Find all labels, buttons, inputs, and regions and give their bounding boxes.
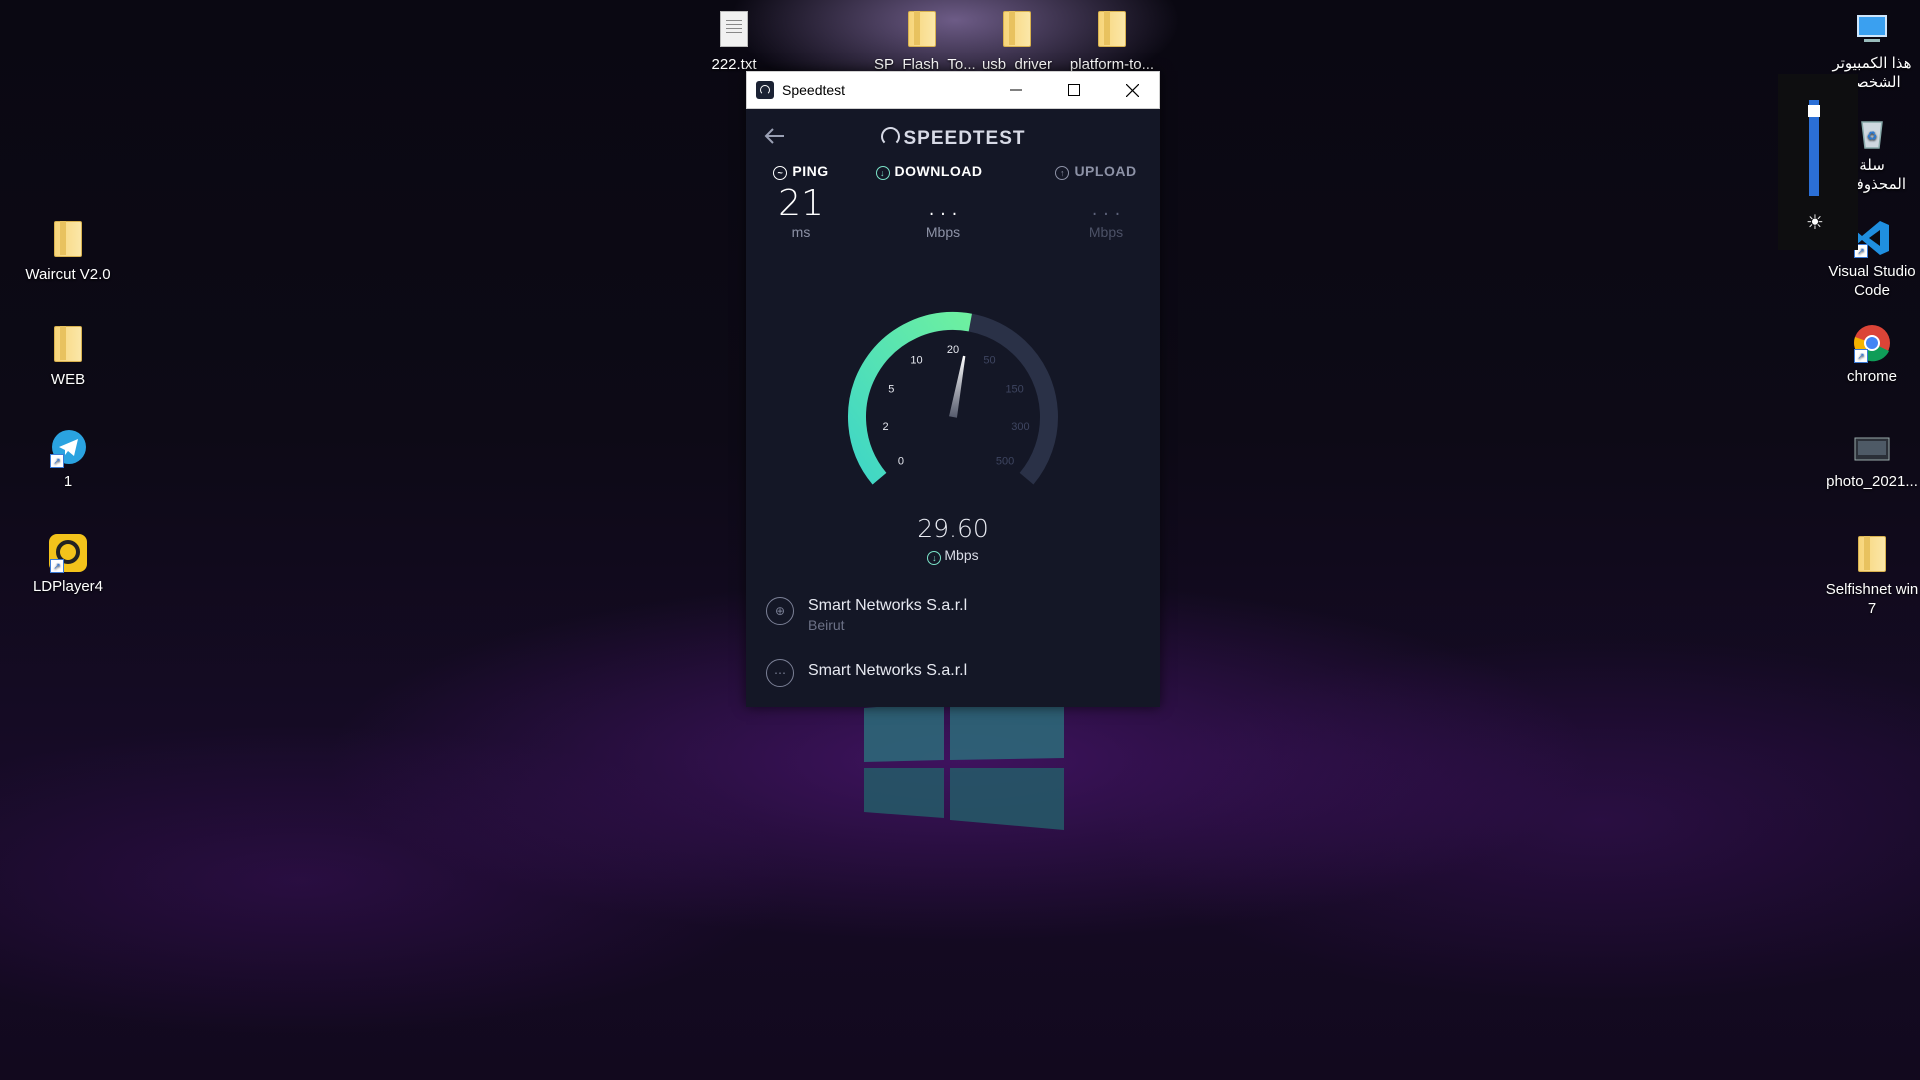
upload-value: ... — [1088, 183, 1124, 224]
minimize-button[interactable] — [987, 72, 1045, 108]
gauge-tick-label: 50 — [983, 355, 995, 367]
recycle-bin-icon: ♻ — [1852, 112, 1892, 152]
text-file-icon — [714, 11, 754, 51]
gauge-unit-row: ↓ Mbps — [746, 547, 1160, 565]
desktop-icon-photo[interactable]: photo_2021... — [1824, 428, 1920, 491]
maximize-button[interactable] — [1045, 72, 1103, 108]
upload-label-text: UPLOAD — [1074, 163, 1137, 179]
server-host-location: Beirut — [808, 617, 845, 633]
server-host[interactable]: ⊕ Smart Networks S.a.r.l Beirut — [766, 597, 967, 633]
server-host-name: Smart Networks S.a.r.l — [808, 597, 968, 614]
ping-icon: ~ — [773, 166, 788, 180]
ping-metric: ~ PING 21 ms — [766, 163, 836, 240]
windows-logo-wallpaper — [864, 700, 1064, 830]
speedtest-app-icon — [756, 81, 774, 99]
speedtest-header: SPEEDTEST — [746, 109, 1160, 169]
desktop-icon-telegram[interactable]: ↗ 1 — [20, 428, 116, 491]
gauge-needle — [949, 355, 966, 418]
svg-text:♻: ♻ — [1867, 129, 1878, 143]
desktop-icon-usb-driver[interactable]: usb_driver — [969, 8, 1065, 74]
speed-gauge: 0 2 5 10 20 50 150 300 500 29.60 — [848, 312, 1058, 543]
speedtest-logo-icon — [880, 127, 900, 146]
ping-unit: ms — [791, 224, 811, 240]
gauge-tick-label: 20 — [947, 344, 959, 356]
desktop-icon-label: Waircut V2.0 — [25, 266, 111, 283]
brightness-flyout: ☀ — [1778, 74, 1858, 250]
download-label-text: DOWNLOAD — [894, 163, 983, 179]
server-isp-name: Smart Networks S.a.r.l — [808, 662, 968, 679]
folder-icon — [997, 11, 1037, 51]
download-indicator-icon: ↓ — [927, 551, 942, 565]
brand-text: SPEEDTEST — [903, 128, 1026, 149]
folder-icon — [902, 11, 942, 51]
minimize-icon — [1010, 89, 1022, 91]
download-unit: Mbps — [925, 224, 961, 240]
download-metric: ↓ DOWNLOAD ... Mbps — [864, 163, 994, 240]
shortcut-arrow-icon: ↗ — [50, 454, 64, 468]
maximize-icon — [1068, 84, 1080, 96]
desktop-icon-label: WEB — [50, 371, 86, 388]
folder-icon — [1092, 11, 1132, 51]
globe-icon: ⊕ — [766, 597, 794, 625]
shortcut-arrow-icon: ↗ — [1854, 349, 1868, 363]
vscode-icon: ↗ — [1852, 218, 1892, 258]
gauge-tick-label: 0 — [898, 456, 904, 468]
desktop-icon-222-txt[interactable]: 222.txt — [686, 8, 782, 74]
ping-label: ~ PING — [766, 163, 836, 180]
folder-icon — [48, 326, 88, 366]
gauge-reading: 29.60 — [917, 514, 989, 543]
brightness-slider-thumb[interactable] — [1808, 104, 1820, 117]
desktop-icon-waircut[interactable]: Waircut V2.0 — [20, 218, 116, 284]
close-button[interactable] — [1103, 72, 1161, 108]
telegram-icon: ↗ — [48, 428, 88, 468]
shortcut-arrow-icon: ↗ — [50, 559, 64, 573]
desktop-icon-platform-tools[interactable]: platform-to... — [1064, 8, 1160, 74]
gauge-unit: Mbps — [944, 547, 979, 563]
folder-icon — [48, 221, 88, 261]
gauge-tick-label: 300 — [1011, 421, 1029, 433]
upload-unit: Mbps — [1088, 224, 1124, 240]
speedtest-logo: SPEEDTEST — [746, 127, 1160, 150]
ldplayer-icon: ↗ — [48, 533, 88, 573]
ping-value: 21 — [778, 183, 824, 224]
desktop-icon-ldplayer[interactable]: ↗ LDPlayer4 — [20, 533, 116, 596]
upload-label: ↑ UPLOAD — [1046, 163, 1146, 180]
desktop-icon-sp-flash[interactable]: SP_Flash_To... — [874, 8, 976, 74]
desktop-icon-chrome[interactable]: ↗ chrome — [1824, 323, 1920, 386]
desktop-icon-selfishnet[interactable]: Selfishnet win 7 — [1824, 533, 1920, 618]
download-label: ↓ DOWNLOAD — [864, 163, 994, 180]
download-icon: ↓ — [875, 166, 890, 180]
ping-label-text: PING — [792, 163, 829, 179]
desktop-icon-label: LDPlayer4 — [32, 578, 104, 595]
download-value: ... — [925, 183, 961, 224]
desktop-icon-web[interactable]: WEB — [20, 323, 116, 389]
image-file-icon — [1852, 428, 1892, 468]
server-isp[interactable]: ⋯ Smart Networks S.a.r.l — [766, 659, 967, 687]
this-pc-icon — [1852, 10, 1892, 50]
desktop-icon-label: photo_2021... — [1826, 473, 1918, 490]
desktop-icon-label: chrome — [1846, 368, 1898, 385]
gauge-tick-label: 2 — [883, 421, 889, 433]
isp-icon: ⋯ — [766, 659, 794, 687]
brightness-icon: ☀ — [1806, 212, 1824, 234]
desktop-icon-label: 1 — [63, 473, 73, 490]
speedtest-window: Speedtest SPEEDTEST ~ PING 21 ms ↓ DOWNLOA… — [746, 71, 1160, 707]
desktop-icon-label: Selfishnet win 7 — [1825, 581, 1919, 617]
upload-metric: ↑ UPLOAD ... Mbps — [1046, 163, 1146, 240]
chrome-icon: ↗ — [1852, 323, 1892, 363]
folder-icon — [1852, 536, 1892, 576]
desktop-icon-label: Visual Studio Code — [1828, 263, 1916, 299]
gauge-tick-label: 5 — [888, 383, 894, 395]
close-icon — [1125, 83, 1139, 97]
gauge-tick-label: 500 — [996, 456, 1014, 468]
window-titlebar[interactable]: Speedtest — [746, 71, 1160, 109]
window-title: Speedtest — [782, 82, 846, 98]
upload-icon: ↑ — [1055, 166, 1070, 180]
gauge-tick-label: 10 — [910, 355, 922, 367]
gauge-tick-label: 150 — [1005, 383, 1023, 395]
